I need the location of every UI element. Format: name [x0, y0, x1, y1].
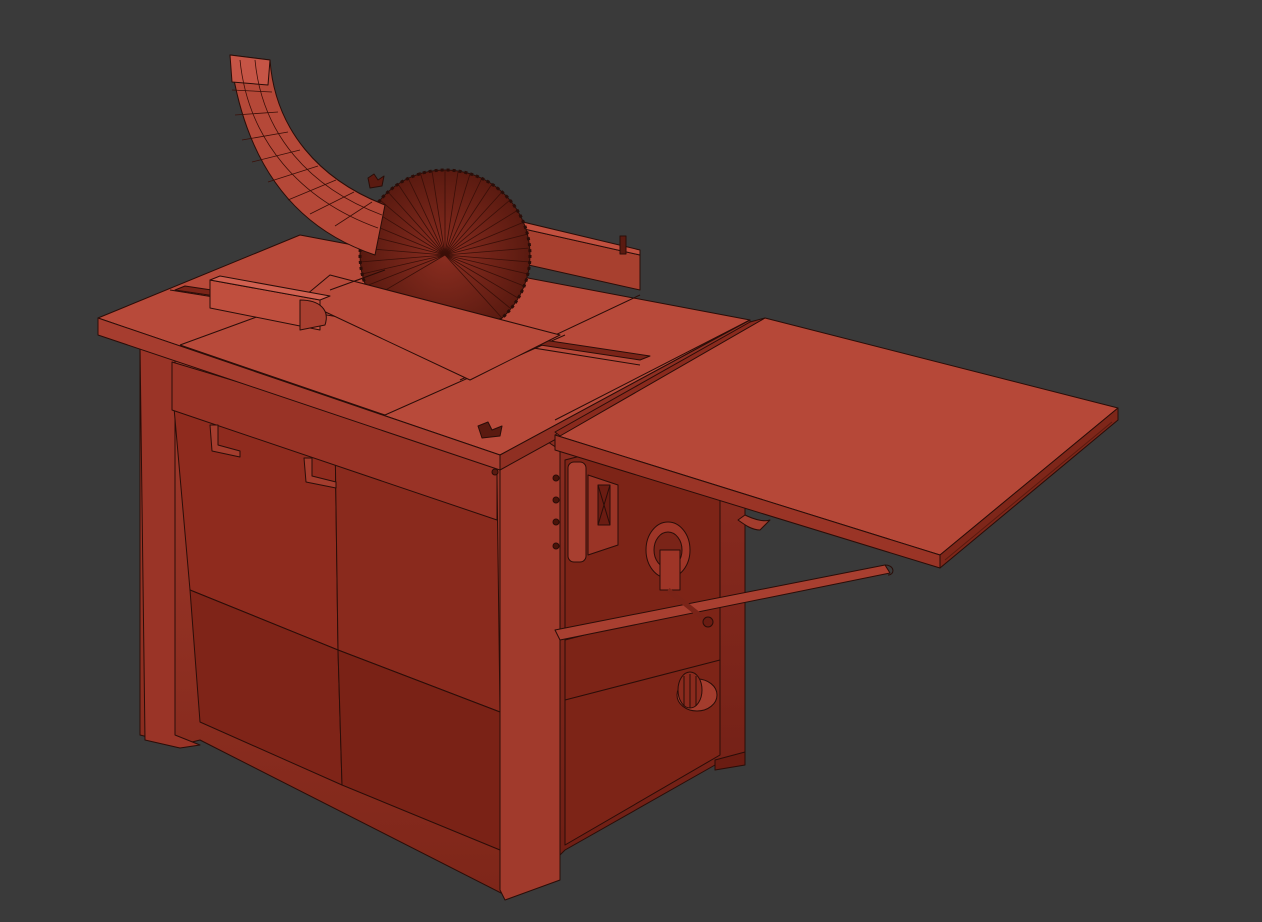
- table-saw-model: [97, 54, 1119, 901]
- fence-bolt-icon: [619, 235, 627, 255]
- blade-guard-chute: [229, 54, 386, 256]
- guard-wing-nut-icon: [367, 173, 385, 189]
- front-bolt-icon: [491, 468, 499, 476]
- 3d-viewport[interactable]: [0, 0, 1262, 922]
- cabinet-right-leg: [499, 439, 561, 901]
